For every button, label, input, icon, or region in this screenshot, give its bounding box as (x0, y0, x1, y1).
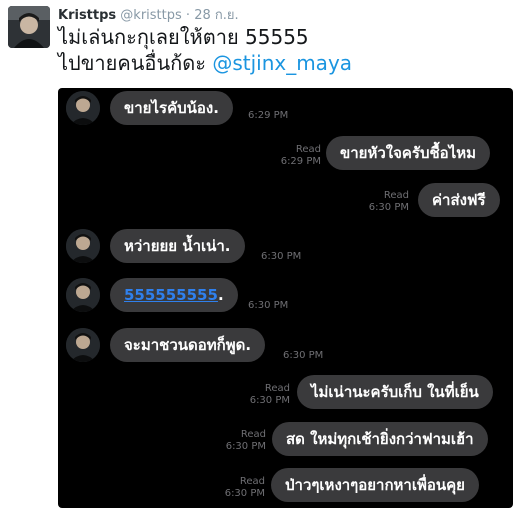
author-name[interactable]: Kristtps (58, 8, 116, 23)
author-handle[interactable]: @kristtps (120, 8, 181, 23)
sender-avatar (66, 278, 100, 312)
tweet-text-line-1: ไม่เล่นกะกุเลยให้ตาย 55555 (58, 25, 309, 49)
meta-8: Read 6:30 PM (226, 429, 266, 453)
meta-3: Read 6:30 PM (369, 190, 409, 214)
chat-bubble-8[interactable]: สด ใหม่ทุกเช้ายิ่งกว่าฟามเฮ้า (272, 422, 488, 456)
time-7: 6:30 PM (249, 395, 290, 406)
sender-avatar (66, 91, 100, 125)
chat-bubble-2[interactable]: ขายหัวใจครับชื้อไหม (326, 136, 491, 170)
chat-bubble-9[interactable]: ป่าวๆเหงาๆอยากหาเพื่อนคุย (271, 468, 479, 502)
time-9: 6:30 PM (224, 488, 265, 499)
read-label-8: Read (240, 429, 266, 440)
author-avatar[interactable] (8, 6, 50, 48)
read-label-3: Read (383, 190, 409, 201)
tweet-header: Kristtps @kristtps · 28 ก.ย. (58, 4, 239, 25)
sender-avatar (66, 328, 100, 362)
chat-bubble-5-suffix: . (217, 286, 224, 304)
chat-bubble-3[interactable]: ค่าส่งฟรี (418, 183, 500, 217)
read-label-2: Read (295, 144, 321, 155)
chat-bubble-5[interactable]: 555555555. (110, 278, 238, 312)
sender-avatar-icon (66, 278, 100, 312)
read-label-9: Read (239, 476, 265, 487)
time-2: 6:29 PM (280, 156, 321, 167)
time-4: 6:30 PM (261, 251, 302, 262)
sender-avatar (66, 229, 100, 263)
meta-2: Read 6:29 PM (281, 144, 321, 168)
sender-avatar-icon (66, 229, 100, 263)
chat-bubble-7[interactable]: ไม่เน่านะครับเก็บ ในที่เย็น (297, 375, 493, 409)
sender-avatar-icon (66, 328, 100, 362)
sender-avatar-icon (66, 91, 100, 125)
tweet-text-line-2: ไปขายคนอื่นก้ดะ @stjinx_maya (58, 50, 352, 76)
chat-bubble-1[interactable]: ขายไรคับน้อง. (110, 91, 233, 125)
meta-7: Read 6:30 PM (250, 383, 290, 407)
chat-screenshot[interactable]: ขายไรคับน้อง. 6:29 PM Read 6:29 PM ขายหั… (58, 88, 513, 508)
meta-9: Read 6:30 PM (225, 476, 265, 500)
phone-link[interactable]: 555555555 (124, 286, 218, 304)
mention-link[interactable]: @stjinx_maya (212, 51, 352, 75)
chat-bubble-6[interactable]: จะมาชวนดอทก็พูด. (110, 328, 266, 362)
tweet-date[interactable]: 28 ก.ย. (194, 8, 238, 23)
time-5: 6:30 PM (248, 300, 289, 311)
time-1: 6:29 PM (248, 110, 289, 121)
chat-bubble-4[interactable]: หว่ายยย น้ำเน่า. (110, 229, 245, 263)
author-avatar-photo-icon (8, 6, 50, 48)
time-3: 6:30 PM (368, 202, 409, 213)
time-6: 6:30 PM (283, 350, 324, 361)
time-8: 6:30 PM (225, 441, 266, 452)
tweet-text: ไม่เล่นกะกุเลยให้ตาย 55555 ไปขายคนอื่นก้… (58, 24, 352, 76)
read-label-7: Read (264, 383, 290, 394)
header-separator: · (185, 8, 191, 23)
tweet-text-line-2-prefix: ไปขายคนอื่นก้ดะ (58, 51, 213, 75)
